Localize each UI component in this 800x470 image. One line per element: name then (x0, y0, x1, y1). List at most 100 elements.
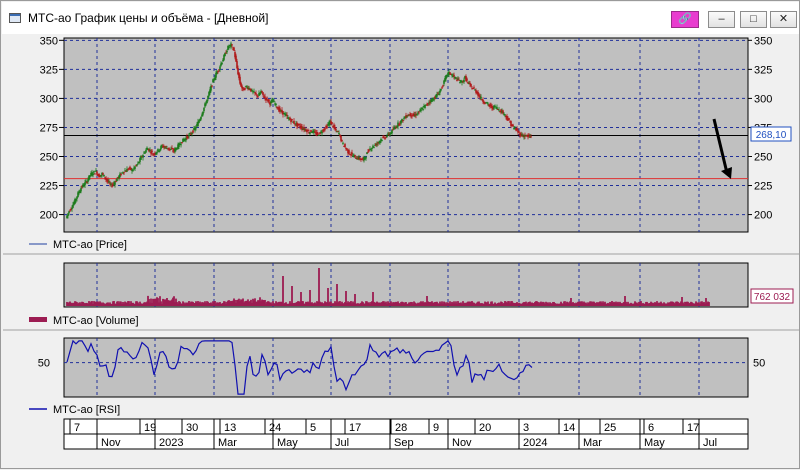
rsi-panel[interactable] (63, 337, 749, 398)
price-candle-body (171, 147, 173, 149)
price-candle-body (192, 130, 194, 133)
price-tick-left: 225 (40, 181, 58, 193)
time-day-label: 17 (349, 422, 361, 434)
price-candle-body (102, 173, 104, 175)
price-candle-body (385, 136, 387, 138)
time-day-label: 6 (648, 422, 654, 434)
price-candle-body (432, 98, 434, 100)
price-candle-body (178, 143, 180, 147)
price-candle-body (108, 181, 110, 183)
price-candle-body (402, 119, 404, 121)
time-day-label: 30 (186, 422, 198, 434)
price-candle-body (482, 99, 484, 102)
price-candle-body (84, 182, 86, 186)
price-candle-body (257, 96, 259, 98)
price-candle-body (233, 47, 235, 51)
price-candle-body (298, 124, 300, 126)
price-candle-body (69, 210, 71, 212)
price-candle-body (291, 119, 293, 121)
price-axis-left: 200 225 250 275 300 325 350 (40, 35, 64, 222)
price-candle-body (221, 62, 223, 65)
time-day-label: 19 (144, 422, 156, 434)
price-candle-body (339, 134, 341, 136)
price-candle-body (420, 109, 422, 112)
price-candle-body (245, 85, 247, 87)
time-day-label: 20 (479, 422, 491, 434)
price-candle-body (211, 85, 213, 87)
price-candle-body (466, 78, 468, 81)
time-month-label: Mar (583, 437, 602, 449)
price-candle-body (379, 140, 381, 143)
price-candle-body (264, 96, 266, 99)
price-candle-body (309, 132, 311, 134)
price-candle-body (75, 198, 77, 201)
price-candle-body (449, 72, 451, 74)
price-candle-body (210, 85, 212, 91)
price-candle-body (202, 111, 204, 115)
rsi-tick-right-50: 50 (753, 358, 765, 370)
price-candle-body (417, 112, 419, 114)
time-month-label: 2024 (523, 437, 547, 449)
price-candle-body (446, 74, 448, 76)
price-candle-body (239, 76, 241, 84)
price-candle-body (115, 181, 117, 183)
price-candle-body (518, 131, 520, 133)
price-candle-body (376, 143, 378, 145)
price-candle-body (487, 103, 489, 105)
price-candle-body (116, 178, 118, 182)
price-candle-body (287, 117, 289, 119)
price-candle-body (218, 69, 220, 71)
price-candle-body (429, 101, 431, 103)
price-tick-left: 350 (40, 35, 58, 47)
volume-bar (282, 276, 284, 306)
price-candle-body (68, 211, 70, 214)
price-candle-body (236, 61, 238, 69)
price-candle-body (157, 148, 159, 151)
volume-bar (318, 268, 320, 306)
price-candle-body (301, 126, 303, 130)
price-candle-body (341, 140, 343, 142)
time-month-label: Mar (218, 437, 237, 449)
price-candle-body (440, 88, 442, 91)
price-candle-body (170, 148, 172, 150)
time-day-label: 28 (395, 422, 407, 434)
price-candle-body (181, 142, 183, 144)
time-month-label: Jul (703, 437, 717, 449)
price-candle-body (128, 168, 130, 170)
price-candle-body (214, 77, 216, 81)
price-candle-body (324, 128, 326, 130)
price-candle-body (457, 78, 459, 80)
volume-legend-label[interactable]: МТС-ао [Volume] (53, 315, 139, 327)
price-candle-body (422, 108, 424, 111)
rsi-legend-label[interactable]: МТС-ао [RSI] (53, 404, 120, 416)
price-candle-body (335, 129, 337, 131)
price-candle-body (396, 126, 398, 128)
price-candle-body (416, 114, 418, 116)
time-month-label: Nov (101, 437, 121, 449)
price-candle-body (228, 46, 230, 48)
price-candle-body (314, 131, 316, 133)
price-candle-body (262, 92, 264, 95)
price-candle-body (496, 107, 498, 110)
price-candle-body (445, 75, 447, 80)
time-month-label: 2023 (159, 437, 183, 449)
price-candle-body (132, 169, 134, 172)
price-candle-body (383, 136, 385, 138)
price-candle-body (120, 173, 122, 176)
price-candle-body (235, 55, 237, 62)
price-tick-left: 250 (40, 151, 58, 163)
price-candle-body (93, 171, 95, 173)
price-candle-body (370, 149, 372, 151)
price-candle-body (418, 111, 420, 113)
price-candle-body (248, 87, 250, 89)
price-candle-body (259, 92, 261, 95)
time-month-label: Nov (452, 437, 472, 449)
price-candle-body (200, 116, 202, 120)
price-candle-body (331, 122, 333, 124)
price-candle-body (110, 183, 112, 185)
volume-bar (291, 286, 293, 306)
last-volume-label: 762 032 (754, 292, 791, 303)
price-candle-body (392, 129, 394, 131)
price-legend-label[interactable]: МТС-ао [Price] (53, 239, 127, 251)
price-candle-body (205, 103, 207, 105)
